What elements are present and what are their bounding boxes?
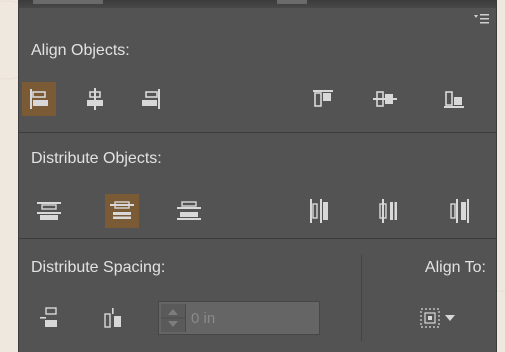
align-to-dropdown[interactable]: [411, 301, 463, 335]
vertical-distribute-bottom-button[interactable]: [172, 194, 206, 228]
align-vertical-center-icon: [373, 91, 397, 107]
distribute-objects-section: Distribute Objects:: [19, 132, 496, 237]
distribute-right-icon: [450, 199, 469, 223]
horizontal-distribute-right-button[interactable]: [443, 194, 477, 228]
horizontal-distribute-space-button[interactable]: [97, 301, 131, 335]
spacing-input[interactable]: [187, 304, 315, 332]
distribute-vertical-space-icon: [40, 307, 57, 327]
horizontal-align-left-button[interactable]: [22, 82, 56, 116]
horizontal-distribute-left-button[interactable]: [302, 194, 336, 228]
distribute-spacing-title: Distribute Spacing:: [31, 259, 166, 276]
chevron-down-icon: [445, 315, 455, 321]
align-left-icon: [30, 89, 48, 109]
distribute-horizontal-space-icon: [104, 308, 121, 328]
align-objects-section: Align Objects:: [19, 28, 496, 130]
vertical-distribute-space-button[interactable]: [32, 301, 66, 335]
align-bottom-icon: [444, 91, 464, 108]
vertical-align-center-button[interactable]: [368, 82, 402, 116]
vertical-align-bottom-button[interactable]: [437, 82, 471, 116]
distribute-top-icon: [37, 202, 61, 220]
align-objects-title: Align Objects:: [31, 42, 130, 59]
stepper-arrows-icon: [161, 309, 185, 327]
distribute-horizontal-center-icon: [379, 199, 397, 223]
tab-edge: [33, 0, 103, 4]
vertical-distribute-center-button[interactable]: [105, 194, 139, 228]
distribute-bottom-icon: [177, 201, 201, 220]
align-horizontal-center-icon: [87, 88, 103, 110]
align-to-selection-icon: [420, 308, 440, 328]
spacing-value-field[interactable]: [158, 301, 320, 335]
distribute-left-icon: [310, 199, 328, 223]
section-divider: [361, 255, 362, 341]
vertical-align-top-button[interactable]: [306, 82, 340, 116]
tab-edge: [277, 0, 307, 4]
align-panel: Align Objects: Distribute Objects: Distr…: [18, 0, 497, 352]
horizontal-distribute-center-button[interactable]: [372, 194, 406, 228]
panel-top-strip: [19, 0, 496, 8]
align-right-icon: [142, 89, 160, 109]
horizontal-align-center-button[interactable]: [78, 82, 112, 116]
panel-menu-icon[interactable]: [472, 12, 490, 28]
spacing-stepper[interactable]: [161, 304, 186, 332]
align-top-icon: [313, 90, 333, 107]
align-to-title: Align To:: [424, 259, 486, 276]
vertical-distribute-top-button[interactable]: [32, 194, 66, 228]
distribute-vertical-center-icon: [110, 201, 134, 219]
horizontal-align-right-button[interactable]: [134, 82, 168, 116]
distribute-spacing-section: Distribute Spacing: Align To:: [19, 238, 496, 352]
distribute-objects-title: Distribute Objects:: [31, 150, 162, 167]
